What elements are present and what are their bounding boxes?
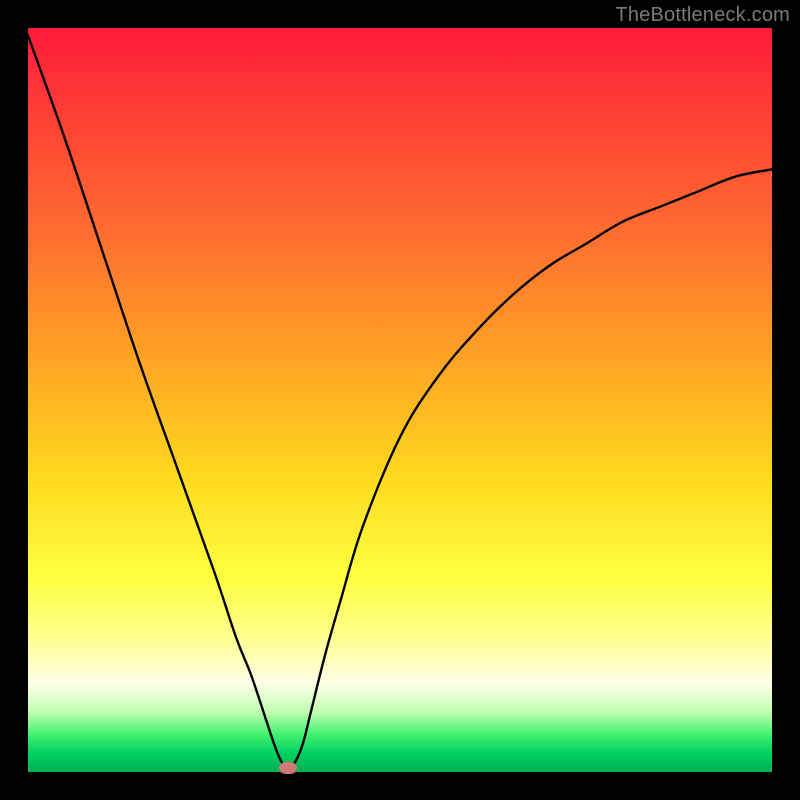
chart-frame: TheBottleneck.com bbox=[0, 0, 800, 800]
chart-plot-area bbox=[28, 28, 772, 772]
bottleneck-curve bbox=[28, 28, 772, 772]
optimum-marker bbox=[279, 762, 297, 774]
watermark-text: TheBottleneck.com bbox=[615, 4, 790, 27]
curve-path bbox=[28, 35, 772, 768]
